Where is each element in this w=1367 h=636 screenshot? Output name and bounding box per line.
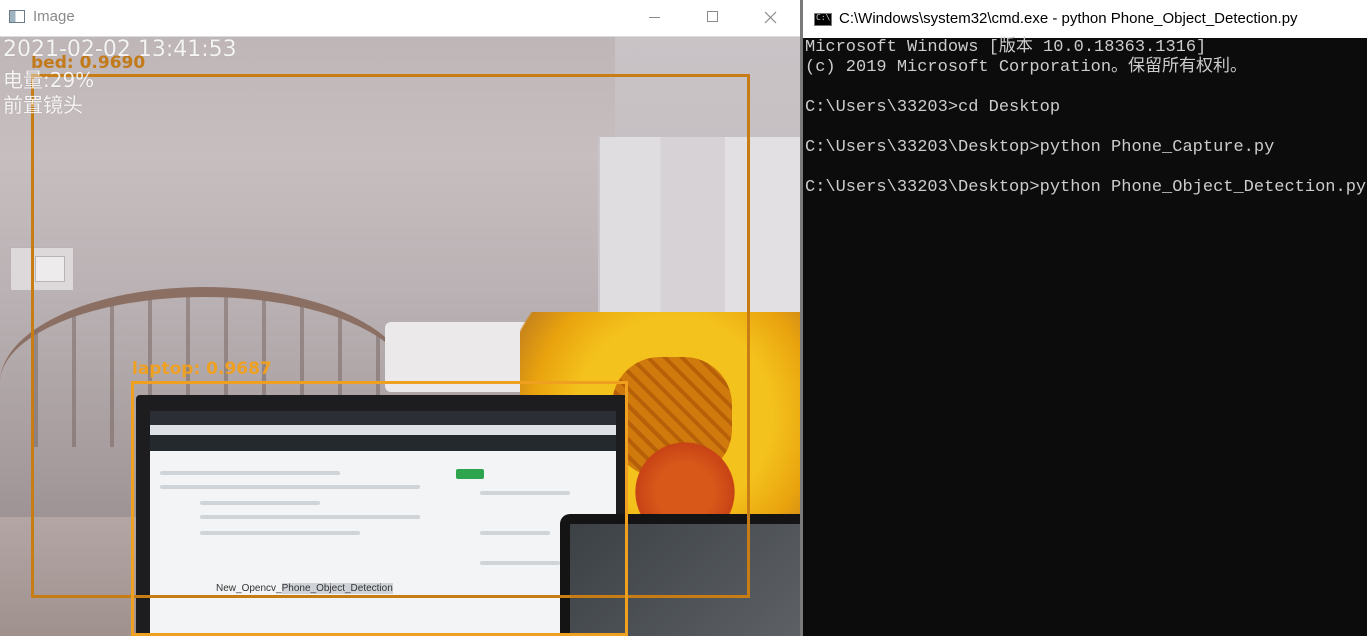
cmd-window[interactable]: C:\Windows\system32\cmd.exe - python Pho… (803, 0, 1367, 636)
minimize-button[interactable] (625, 0, 683, 36)
detection-label-laptop: laptop: 0.9687 (132, 359, 272, 379)
console-line: C:\Users\33203\Desktop>python Phone_Capt… (805, 138, 1275, 157)
console-line: Microsoft Windows [版本 10.0.18363.1316] (805, 38, 1207, 57)
image-window[interactable]: Image New_Opencv_Phone_Object_Detection … (0, 0, 800, 636)
image-window-title: Image (33, 8, 75, 25)
cmd-window-title: C:\Windows\system32\cmd.exe - python Pho… (839, 10, 1298, 27)
timestamp-overlay: 2021-02-02 13:41:53 (3, 37, 237, 62)
maximize-button[interactable] (683, 0, 741, 36)
console-line: (c) 2019 Microsoft Corporation。保留所有权利。 (805, 58, 1248, 77)
detection-box-laptop (131, 381, 628, 636)
cmd-titlebar[interactable]: C:\Windows\system32\cmd.exe - python Pho… (803, 0, 1367, 38)
close-icon (764, 11, 777, 24)
cmd-icon (814, 13, 832, 26)
camera-overlay: 前置镜头 (3, 93, 83, 117)
window-app-icon (9, 10, 25, 23)
camera-frame: New_Opencv_Phone_Object_Detection bed: 0… (0, 37, 800, 636)
console-output[interactable]: Microsoft Windows [版本 10.0.18363.1316] (… (805, 38, 1367, 198)
image-window-titlebar[interactable]: Image (0, 0, 800, 37)
console-line: C:\Users\33203\Desktop>python Phone_Obje… (805, 178, 1367, 197)
console-line: C:\Users\33203>cd Desktop (805, 98, 1061, 117)
close-button[interactable] (741, 0, 799, 36)
